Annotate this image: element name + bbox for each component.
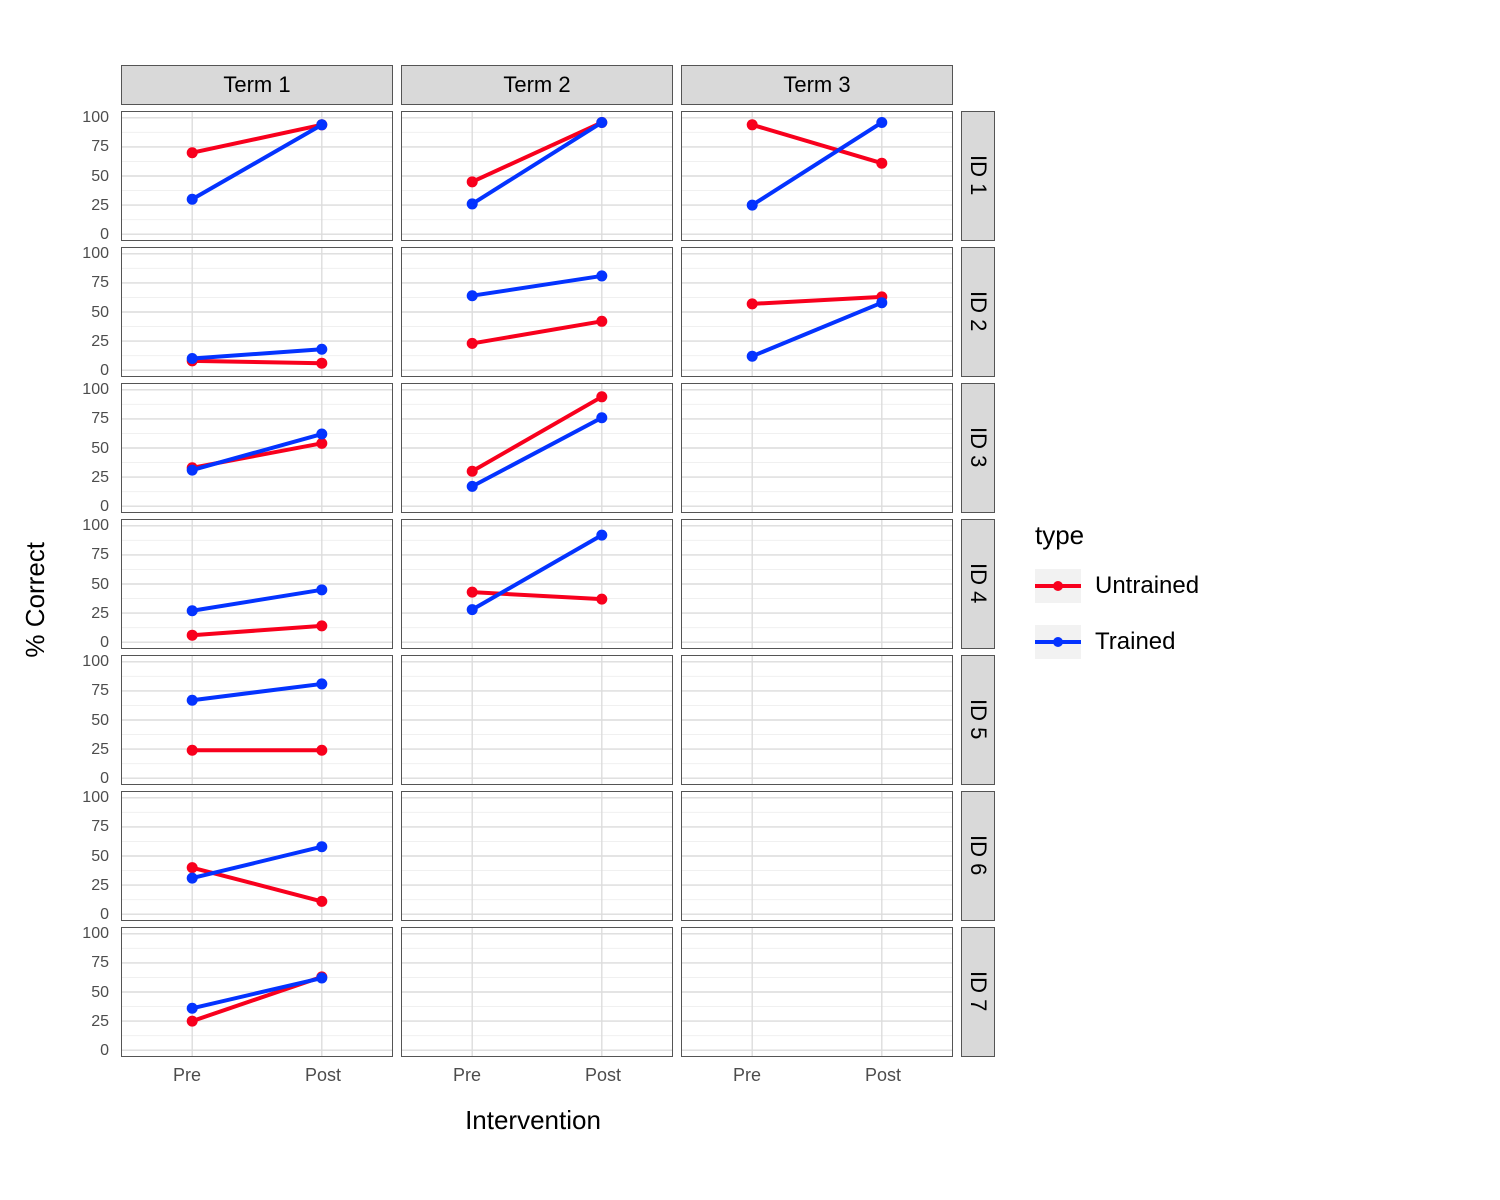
panel-r6-c1 [401,927,673,1057]
panel-r4-c2 [681,655,953,785]
col-strip-1: Term 2 [401,65,673,105]
y-axis-title: % Correct [20,542,51,658]
row-strip-3: ID 4 [961,519,995,649]
panel-r5-c1 [401,791,673,921]
panel-r5-c0 [121,791,393,921]
plot-body: Term 1Term 2Term 3 0255075100 ID 1 02550751… [59,65,995,1136]
panel-r6-c2 [681,927,953,1057]
x-axis-title: Intervention [113,1105,953,1136]
y-ticks-row-2: 0255075100 [59,383,113,513]
panel-r3-c0 [121,519,393,649]
panel-r2-c1 [401,383,673,513]
panel-r0-c0 [121,111,393,241]
chart-root: % Correct Term 1Term 2Term 3 0255075100 ID… [20,20,1480,1180]
legend-key-icon [1035,569,1081,603]
row-strip-4: ID 5 [961,655,995,785]
y-ticks-row-1: 0255075100 [59,247,113,377]
y-ticks-row-5: 0255075100 [59,791,113,921]
legend-title: type [1035,520,1199,551]
row-strip-0: ID 1 [961,111,995,241]
col-strip-0: Term 1 [121,65,393,105]
panel-r0-c1 [401,111,673,241]
legend-label: Trained [1095,628,1175,656]
x-ticks-col-1: PrePost [401,1063,673,1097]
panel-r1-c0 [121,247,393,377]
x-ticks-col-2: PrePost [681,1063,953,1097]
panel-r2-c0 [121,383,393,513]
panel-r4-c0 [121,655,393,785]
y-ticks-row-4: 0255075100 [59,655,113,785]
row-strip-6: ID 7 [961,927,995,1057]
panel-r4-c1 [401,655,673,785]
panel-r2-c2 [681,383,953,513]
legend-item-trained: Trained [1035,625,1199,659]
panel-r5-c2 [681,791,953,921]
facet-grid: Term 1Term 2Term 3 0255075100 ID 1 02550751… [59,65,995,1097]
panel-r6-c0 [121,927,393,1057]
row-strip-1: ID 2 [961,247,995,377]
legend: type Untrained Trained [1035,520,1199,681]
col-strip-2: Term 3 [681,65,953,105]
panel-r0-c2 [681,111,953,241]
x-ticks-col-0: PrePost [121,1063,393,1097]
panel-r1-c1 [401,247,673,377]
y-ticks-row-3: 0255075100 [59,519,113,649]
row-strip-5: ID 6 [961,791,995,921]
legend-item-untrained: Untrained [1035,569,1199,603]
legend-label: Untrained [1095,572,1199,600]
panel-r3-c2 [681,519,953,649]
y-ticks-row-0: 0255075100 [59,111,113,241]
row-strip-2: ID 3 [961,383,995,513]
legend-key-icon [1035,625,1081,659]
y-ticks-row-6: 0255075100 [59,927,113,1057]
panel-r1-c2 [681,247,953,377]
panel-r3-c1 [401,519,673,649]
